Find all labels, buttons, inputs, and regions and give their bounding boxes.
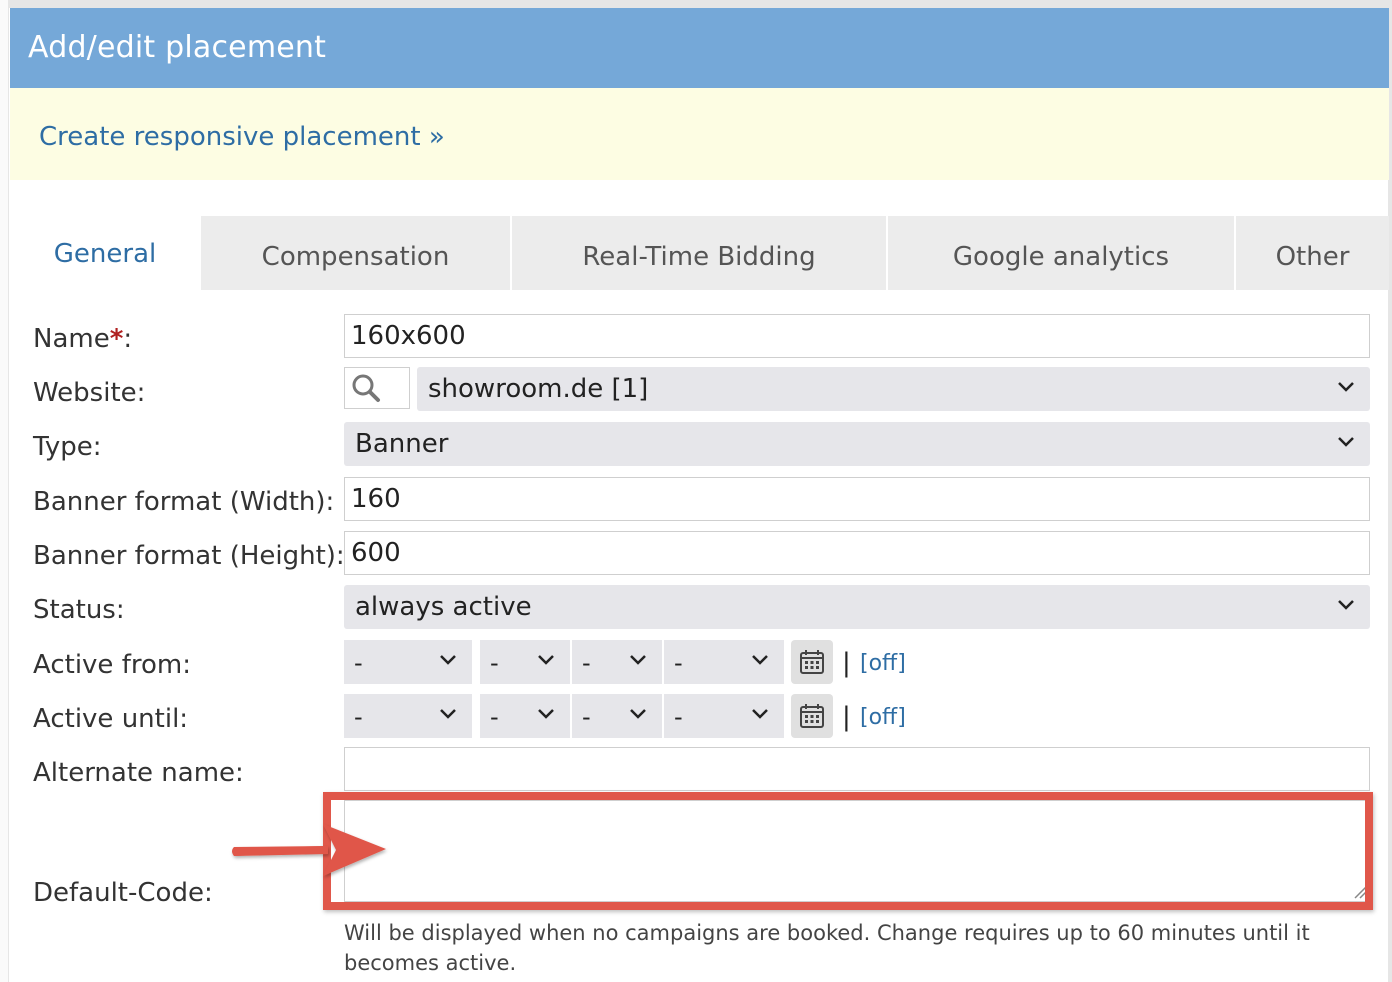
active-until-time-value: -	[674, 703, 683, 731]
active-from-label: Active from:	[33, 650, 191, 680]
status-select-value: always active	[355, 592, 532, 622]
name-label-colon: :	[123, 324, 133, 354]
create-responsive-placement-link[interactable]: Create responsive placement »	[39, 122, 445, 152]
annotation-arrow-icon	[232, 824, 386, 876]
frame-top-border	[0, 0, 1392, 8]
active-from-time-value: -	[674, 649, 683, 677]
chevron-down-icon	[538, 709, 554, 719]
banner-width-label: Banner format (Width):	[33, 487, 335, 517]
default-code-label: Default-Code:	[33, 878, 213, 908]
chevron-down-icon	[752, 709, 768, 719]
tab-compensation[interactable]: Compensation	[201, 216, 510, 290]
tab-real-time-bidding[interactable]: Real-Time Bidding	[512, 216, 886, 290]
chevron-down-icon	[630, 655, 646, 665]
separator: |	[842, 648, 851, 678]
website-search-button[interactable]	[344, 367, 410, 409]
dialog-header: Add/edit placement	[10, 8, 1389, 88]
name-label-text: Name	[33, 324, 110, 354]
chevron-down-icon	[440, 655, 456, 665]
status-select[interactable]: always active	[344, 585, 1370, 629]
tab-google-analytics[interactable]: Google analytics	[888, 216, 1234, 290]
active-from-month-value: -	[490, 649, 499, 677]
active-from-calendar-button[interactable]	[791, 640, 833, 684]
banner-height-label: Banner format (Height):	[33, 541, 345, 571]
search-icon	[352, 374, 380, 402]
active-until-time-select[interactable]: -	[664, 694, 784, 738]
separator: |	[842, 702, 851, 732]
tab-bar: General Compensation Real-Time Bidding G…	[10, 216, 1389, 290]
alternate-name-input[interactable]	[344, 747, 1370, 791]
active-from-year-select[interactable]: -	[572, 640, 662, 684]
website-label: Website:	[33, 378, 146, 408]
active-until-day-value: -	[354, 703, 363, 731]
active-until-day-select[interactable]: -	[344, 694, 472, 738]
chevron-down-icon	[1338, 382, 1354, 392]
website-select[interactable]: showroom.de [1]	[417, 367, 1370, 411]
default-code-hint: Will be displayed when no campaigns are …	[344, 921, 1310, 975]
dialog-title: Add/edit placement	[28, 30, 327, 65]
type-label: Type:	[33, 432, 102, 462]
active-until-month-value: -	[490, 703, 499, 731]
chevron-down-icon	[630, 709, 646, 719]
banner-width-input[interactable]: 160	[344, 477, 1370, 521]
active-until-month-select[interactable]: -	[480, 694, 570, 738]
frame-left-border	[0, 0, 9, 982]
annotation-highlight-box	[323, 792, 1373, 910]
tab-other[interactable]: Other	[1236, 216, 1389, 290]
type-select-value: Banner	[355, 429, 449, 459]
tab-general[interactable]: General	[10, 216, 200, 290]
name-input[interactable]: 160x600	[344, 314, 1370, 358]
chevron-down-icon	[1338, 437, 1354, 447]
active-from-toggle-link[interactable]: [off]	[860, 651, 906, 676]
calendar-icon	[800, 704, 824, 728]
chevron-down-icon	[1338, 600, 1354, 610]
active-until-year-value: -	[582, 703, 591, 731]
chevron-down-icon	[752, 655, 768, 665]
active-from-year-value: -	[582, 649, 591, 677]
alternate-name-label: Alternate name:	[33, 758, 244, 788]
placement-dialog: Add/edit placement Create responsive pla…	[0, 0, 1392, 982]
status-label: Status:	[33, 595, 125, 625]
active-from-day-select[interactable]: -	[344, 640, 472, 684]
notice-bar: Create responsive placement »	[10, 88, 1389, 180]
calendar-icon	[800, 650, 824, 674]
banner-height-input[interactable]: 600	[344, 531, 1370, 575]
chevron-down-icon	[440, 709, 456, 719]
chevron-down-icon	[538, 655, 554, 665]
required-marker: *	[109, 324, 124, 354]
website-select-value: showroom.de [1]	[428, 374, 649, 404]
active-from-month-select[interactable]: -	[480, 640, 570, 684]
active-from-time-select[interactable]: -	[664, 640, 784, 684]
name-label: Name*:	[33, 324, 132, 354]
active-until-label: Active until:	[33, 704, 189, 734]
type-select[interactable]: Banner	[344, 422, 1370, 466]
active-until-calendar-button[interactable]	[791, 694, 833, 738]
active-until-year-select[interactable]: -	[572, 694, 662, 738]
active-until-toggle-link[interactable]: [off]	[860, 705, 906, 730]
active-from-day-value: -	[354, 649, 363, 677]
